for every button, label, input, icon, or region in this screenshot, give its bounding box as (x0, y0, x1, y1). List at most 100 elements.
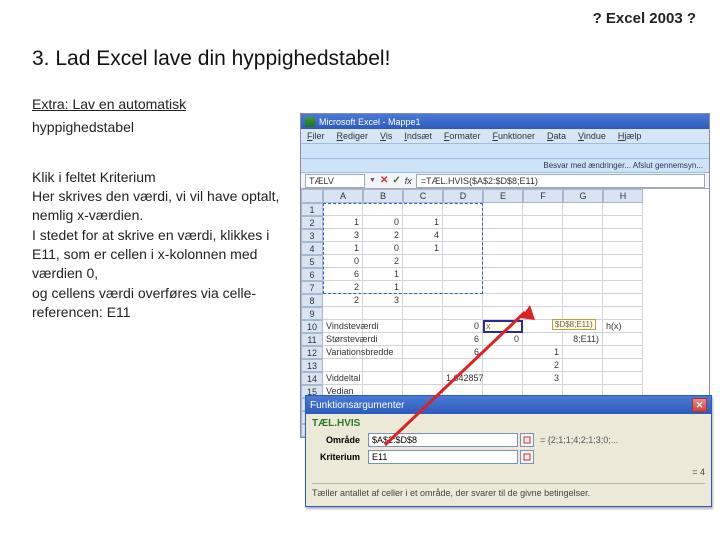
review-toolbar[interactable]: Besvar med ændringer... Afslut gennemsyn… (301, 159, 709, 173)
column-header[interactable]: E (483, 189, 523, 203)
cell[interactable] (443, 294, 483, 307)
cell[interactable] (403, 372, 443, 385)
formula-input[interactable]: =TÆL.HVIS($A$2:$D$8;E11) (416, 174, 705, 188)
column-header[interactable]: B (363, 189, 403, 203)
menu-item[interactable]: Vindue (578, 131, 606, 141)
cell[interactable] (483, 229, 523, 242)
menu-bar[interactable]: Filer Rediger Vis Indsæt Formater Funktioner D… (301, 129, 709, 143)
cell[interactable]: Variationsbredde (323, 346, 363, 359)
cell[interactable]: 8;E11) (563, 333, 603, 346)
cell[interactable]: 1 (523, 346, 563, 359)
row-header[interactable]: 14 (301, 372, 323, 385)
cell[interactable]: Viddeltal (323, 372, 363, 385)
menu-item[interactable]: Hjælp (618, 131, 642, 141)
cell[interactable] (403, 294, 443, 307)
menu-item[interactable]: Funktioner (492, 131, 535, 141)
field-input[interactable]: $A$2:$D$8 (368, 433, 518, 447)
cell[interactable] (523, 242, 563, 255)
cell[interactable] (363, 346, 403, 359)
cell[interactable] (403, 359, 443, 372)
cell[interactable] (563, 268, 603, 281)
column-header[interactable]: F (523, 189, 563, 203)
cell[interactable]: 2 (323, 294, 363, 307)
cell[interactable]: 0 (443, 320, 483, 333)
cell[interactable] (363, 359, 403, 372)
cell[interactable] (603, 216, 643, 229)
cell[interactable]: Størsteværdi (323, 333, 363, 346)
cell[interactable] (523, 268, 563, 281)
cell[interactable] (363, 307, 403, 320)
cell[interactable] (603, 333, 643, 346)
cell[interactable] (483, 359, 523, 372)
cell[interactable] (603, 346, 643, 359)
cell[interactable] (603, 203, 643, 216)
cell[interactable] (563, 346, 603, 359)
fx-icon[interactable]: fx (405, 176, 412, 186)
cell[interactable] (563, 294, 603, 307)
cell[interactable]: 0 (483, 333, 523, 346)
row-header[interactable]: 4 (301, 242, 323, 255)
name-box[interactable]: TÆLV (305, 174, 365, 188)
row-header[interactable]: 9 (301, 307, 323, 320)
menu-item[interactable]: Indsæt (404, 131, 432, 141)
cell[interactable]: 1,642857 (443, 372, 483, 385)
cell[interactable] (323, 307, 363, 320)
cell[interactable] (483, 216, 523, 229)
cell[interactable] (363, 333, 403, 346)
selected-cell-e11[interactable] (483, 320, 523, 333)
field-input[interactable]: E11 (368, 450, 518, 464)
cell[interactable] (403, 346, 443, 359)
cell[interactable] (563, 242, 603, 255)
cell[interactable] (523, 255, 563, 268)
row-header[interactable]: 3 (301, 229, 323, 242)
cell[interactable] (563, 229, 603, 242)
row-header[interactable]: 5 (301, 255, 323, 268)
cell[interactable] (563, 372, 603, 385)
row-header[interactable]: 8 (301, 294, 323, 307)
row-header[interactable]: 10 (301, 320, 323, 333)
row-header[interactable]: 6 (301, 268, 323, 281)
cell[interactable] (563, 216, 603, 229)
row-header[interactable]: 11 (301, 333, 323, 346)
row-header[interactable]: 7 (301, 281, 323, 294)
close-icon[interactable]: ✕ (692, 398, 707, 412)
menu-item[interactable]: Rediger (337, 131, 369, 141)
cell[interactable] (603, 372, 643, 385)
cell[interactable] (483, 268, 523, 281)
row-header[interactable]: 1 (301, 203, 323, 216)
column-header[interactable]: G (563, 189, 603, 203)
menu-item[interactable]: Vis (380, 131, 392, 141)
cell[interactable] (363, 372, 403, 385)
cell[interactable]: 3 (363, 294, 403, 307)
cell[interactable] (523, 203, 563, 216)
cell[interactable] (443, 359, 483, 372)
cell[interactable] (483, 281, 523, 294)
row-header[interactable]: 12 (301, 346, 323, 359)
cell[interactable] (523, 281, 563, 294)
cell[interactable] (563, 203, 603, 216)
cell[interactable] (563, 281, 603, 294)
cell[interactable] (523, 216, 563, 229)
cell[interactable] (563, 359, 603, 372)
cell[interactable] (523, 229, 563, 242)
cell[interactable] (523, 294, 563, 307)
row-header[interactable]: 13 (301, 359, 323, 372)
cell[interactable]: 3 (523, 372, 563, 385)
menu-item[interactable]: Formater (444, 131, 481, 141)
standard-toolbar[interactable] (301, 143, 709, 159)
range-picker-icon[interactable] (520, 450, 534, 464)
cell[interactable] (603, 242, 643, 255)
column-header[interactable]: C (403, 189, 443, 203)
cell[interactable] (443, 307, 483, 320)
cell[interactable] (483, 242, 523, 255)
cell[interactable]: 2 (523, 359, 563, 372)
cell[interactable] (603, 229, 643, 242)
formula-bar[interactable]: TÆLV ▼ ✕ ✓ fx =TÆL.HVIS($A$2:$D$8;E11) (301, 173, 709, 189)
cell[interactable] (523, 333, 563, 346)
cell[interactable] (483, 294, 523, 307)
cell[interactable] (603, 307, 643, 320)
menu-item[interactable]: Filer (307, 131, 325, 141)
cell[interactable] (403, 333, 443, 346)
menu-item[interactable]: Data (547, 131, 566, 141)
cell[interactable] (603, 294, 643, 307)
